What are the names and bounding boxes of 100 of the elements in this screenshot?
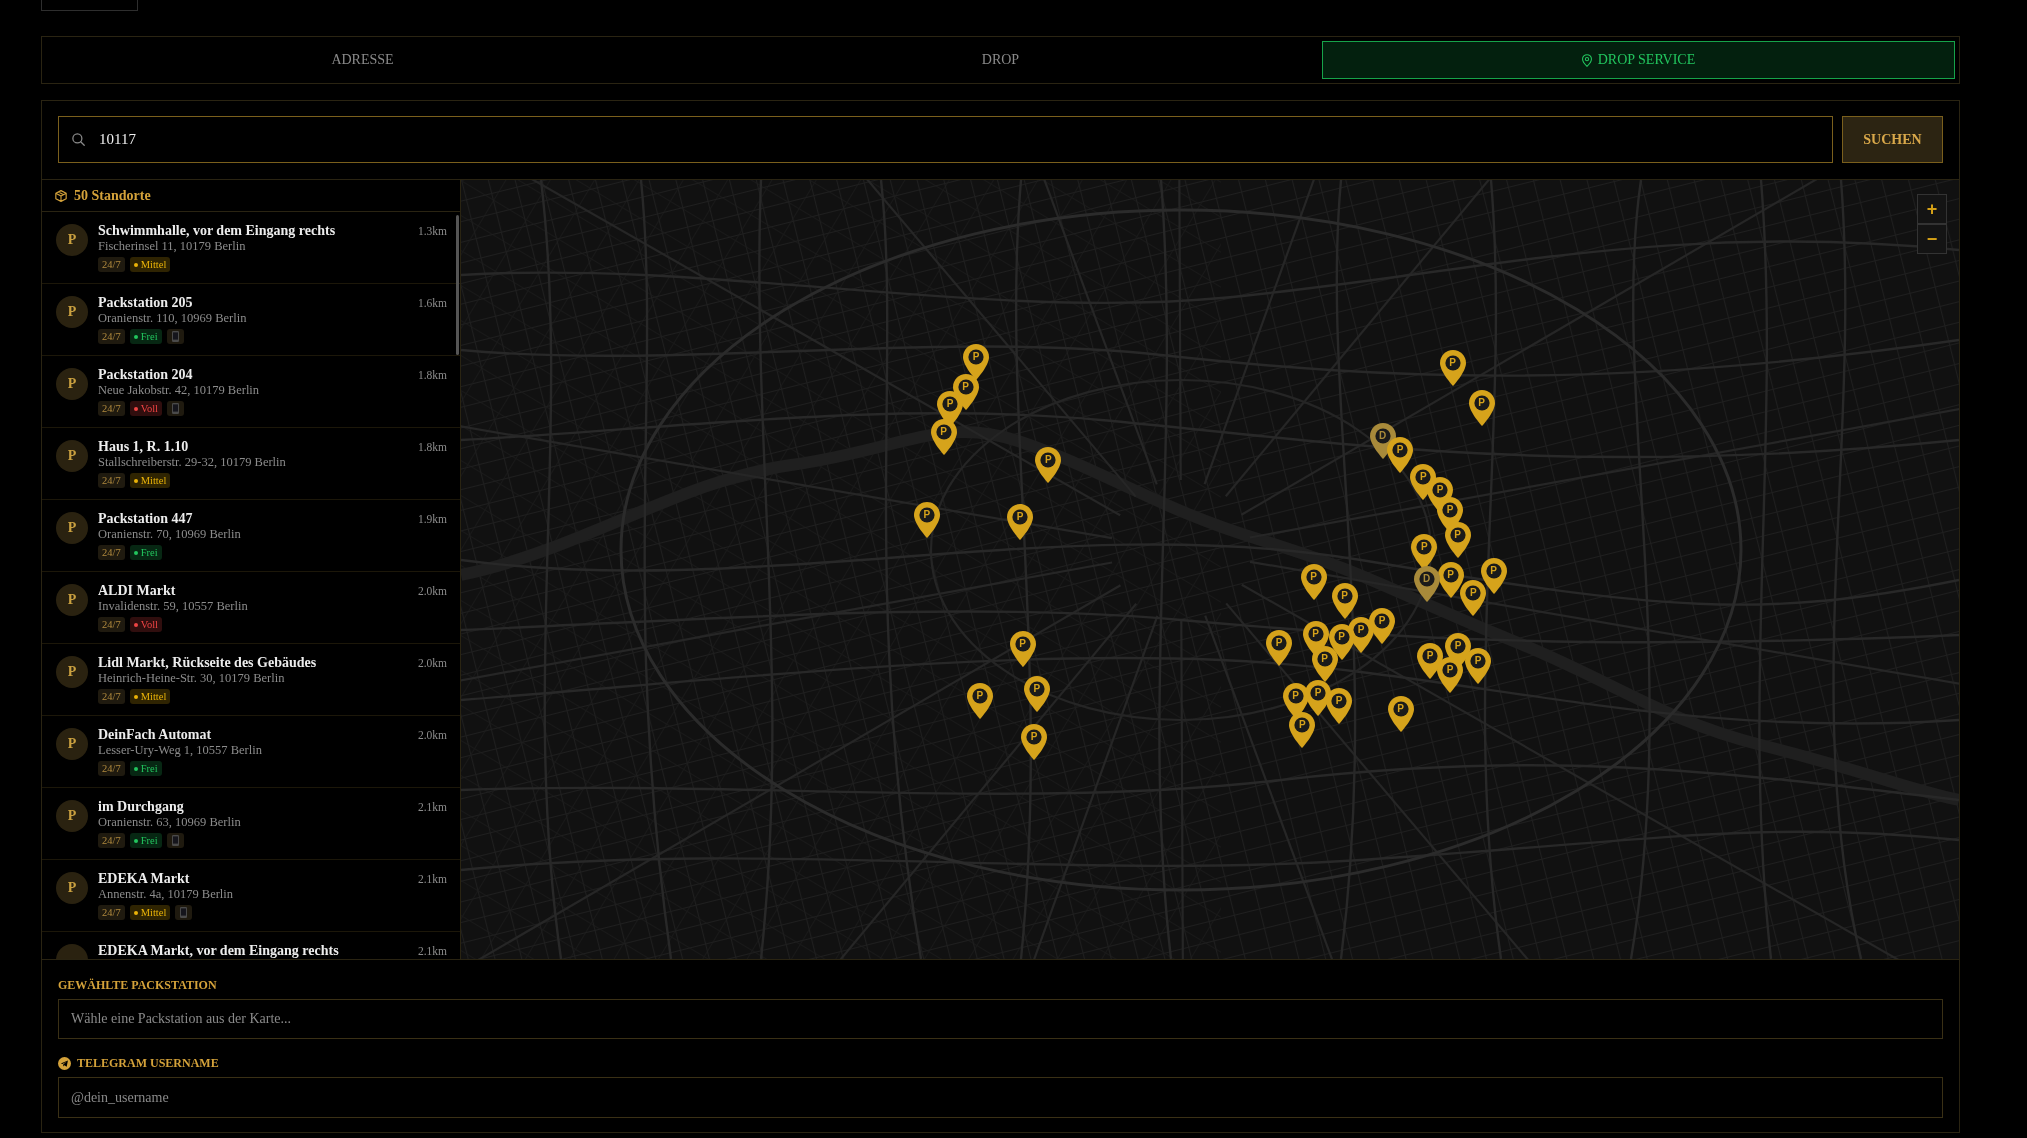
map-marker[interactable]: P — [1437, 561, 1464, 598]
search-icon — [72, 133, 85, 146]
map-marker[interactable]: P — [1439, 349, 1466, 386]
location-name[interactable]: DeinFach Automat — [98, 727, 408, 743]
distance-label: 2.1km — [417, 944, 447, 959]
map-marker[interactable]: P — [1009, 630, 1036, 667]
zoom-in-button[interactable]: + — [1917, 194, 1947, 224]
status-label: Mittel — [140, 258, 167, 272]
status-label: Mittel — [140, 906, 167, 920]
station-avatar: P — [56, 512, 88, 544]
hours-tag: 24/7 — [98, 545, 125, 560]
hours-tag: 24/7 — [98, 257, 125, 272]
distance-label: 2.1km — [417, 872, 447, 887]
location-count: 50 Standorte — [74, 187, 151, 204]
distance-label: 1.8km — [417, 440, 447, 455]
location-name[interactable]: im Durchgang — [98, 799, 408, 815]
distance-label: 2.0km — [417, 584, 447, 599]
status-label: Voll — [140, 402, 158, 416]
map-marker[interactable]: P — [1411, 534, 1438, 570]
location-name[interactable]: Schwimmhalle, vor dem Eingang rechts — [98, 223, 408, 239]
map-marker[interactable]: D — [1413, 566, 1440, 602]
location-name[interactable]: EDEKA Markt — [98, 871, 408, 887]
phone-icon — [180, 907, 188, 918]
location-name[interactable]: Packstation 204 — [98, 367, 408, 383]
scrollbar-thumb[interactable] — [456, 215, 459, 355]
map-marker[interactable]: P — [1021, 723, 1048, 760]
distance-label: 1.6km — [417, 296, 447, 311]
hours-tag: 24/7 — [98, 761, 125, 776]
station-avatar: P — [56, 368, 88, 400]
hours-tag: 24/7 — [98, 833, 125, 848]
location-address: Invalidenstr. 59, 10557 Berlin — [98, 599, 249, 613]
map-marker[interactable]: P — [1035, 447, 1062, 484]
map-marker[interactable]: P — [1480, 557, 1507, 594]
map-marker[interactable]: P — [1311, 645, 1338, 682]
map-marker[interactable]: P — [963, 344, 989, 380]
location-name[interactable]: EDEKA Markt, vor dem Eingang rechts — [98, 943, 408, 959]
telegram-username-field[interactable]: @dein_username — [58, 1077, 1943, 1118]
station-avatar: P — [56, 728, 88, 760]
distance-label: 1.8km — [417, 368, 447, 383]
station-field[interactable]: Wähle eine Packstation aus der Karte... — [58, 999, 1943, 1039]
map-marker[interactable]: P — [1437, 657, 1463, 693]
zoom-out-button[interactable]: − — [1917, 224, 1947, 254]
station-avatar: P — [56, 872, 88, 904]
cube-icon — [55, 189, 67, 202]
location-name[interactable]: Packstation 447 — [98, 511, 408, 527]
hours-tag: 24/7 — [98, 473, 125, 488]
location-address: Fischerinsel 11, 10179 Berlin — [98, 239, 247, 253]
search-field[interactable]: 10117 — [58, 116, 1833, 163]
hours-tag: 24/7 — [98, 401, 125, 416]
location-name[interactable]: Haus 1, R. 1.10 — [98, 439, 408, 455]
location-name[interactable]: Lidl Markt, Rückseite des Gebäudes — [98, 655, 408, 671]
station-avatar: P — [56, 584, 88, 616]
tab[interactable]: DROP SERVICE — [1322, 41, 1955, 79]
hours-tag: 24/7 — [98, 905, 125, 920]
tab[interactable]: ADRESSE — [46, 41, 679, 79]
tab[interactable]: DROP — [684, 41, 1317, 79]
distance-label: 1.9km — [417, 512, 447, 527]
map-marker[interactable]: P — [1326, 688, 1352, 724]
station-avatar: P — [56, 224, 88, 256]
station-avatar: P — [56, 800, 88, 832]
status-label: Voll — [140, 618, 158, 632]
hours-tag: 24/7 — [98, 689, 125, 704]
status-label: Mittel — [140, 690, 167, 704]
map-marker[interactable]: P — [1444, 521, 1471, 558]
location-address: Lesser-Ury-Weg 1, 10557 Berlin — [98, 743, 263, 757]
map-marker[interactable]: P — [1289, 712, 1316, 749]
field-label: GEWÄHLTE PACKSTATION — [58, 977, 217, 993]
location-address: Heinrich-Heine-Str. 30, 10179 Berlin — [98, 671, 286, 685]
field-label: TELEGRAM USERNAME — [77, 1055, 219, 1071]
location-address: Annenstr. 4a, 10179 Berlin — [98, 887, 235, 901]
map-pin-icon — [1581, 53, 1592, 67]
map-marker[interactable]: P — [1387, 696, 1414, 733]
station-avatar: P — [56, 656, 88, 688]
map-marker[interactable]: P — [1468, 390, 1495, 427]
distance-label: 2.0km — [417, 656, 447, 671]
phone-icon — [171, 331, 179, 342]
distance-label: 2.1km — [417, 800, 447, 815]
map-marker[interactable]: P — [1266, 630, 1292, 667]
status-label: Mittel — [140, 474, 167, 488]
paper-plane-icon — [58, 1056, 71, 1070]
location-address: Oranienstr. 70, 10969 Berlin — [98, 527, 242, 541]
map-marker[interactable]: P — [930, 418, 957, 455]
map-marker[interactable]: P — [1387, 437, 1413, 473]
location-name[interactable]: ALDI Markt — [98, 583, 408, 599]
search-button[interactable]: SUCHEN — [1842, 116, 1943, 163]
map-marker[interactable]: P — [1023, 676, 1050, 712]
phone-icon — [171, 835, 179, 846]
map-marker[interactable]: P — [1460, 580, 1487, 617]
map-marker[interactable]: P — [1300, 564, 1327, 601]
map-marker[interactable]: P — [1465, 648, 1491, 684]
hours-tag: 24/7 — [98, 329, 125, 344]
map-marker[interactable]: P — [1331, 582, 1358, 619]
map-marker[interactable]: P — [1007, 504, 1033, 540]
location-name[interactable]: Packstation 205 — [98, 295, 408, 311]
status-label: Frei — [140, 546, 158, 560]
map-marker[interactable]: P — [913, 501, 940, 538]
status-label: Frei — [140, 330, 158, 344]
station-avatar: P — [56, 296, 88, 328]
map-marker[interactable]: P — [966, 682, 993, 719]
hours-tag: 24/7 — [98, 617, 125, 632]
